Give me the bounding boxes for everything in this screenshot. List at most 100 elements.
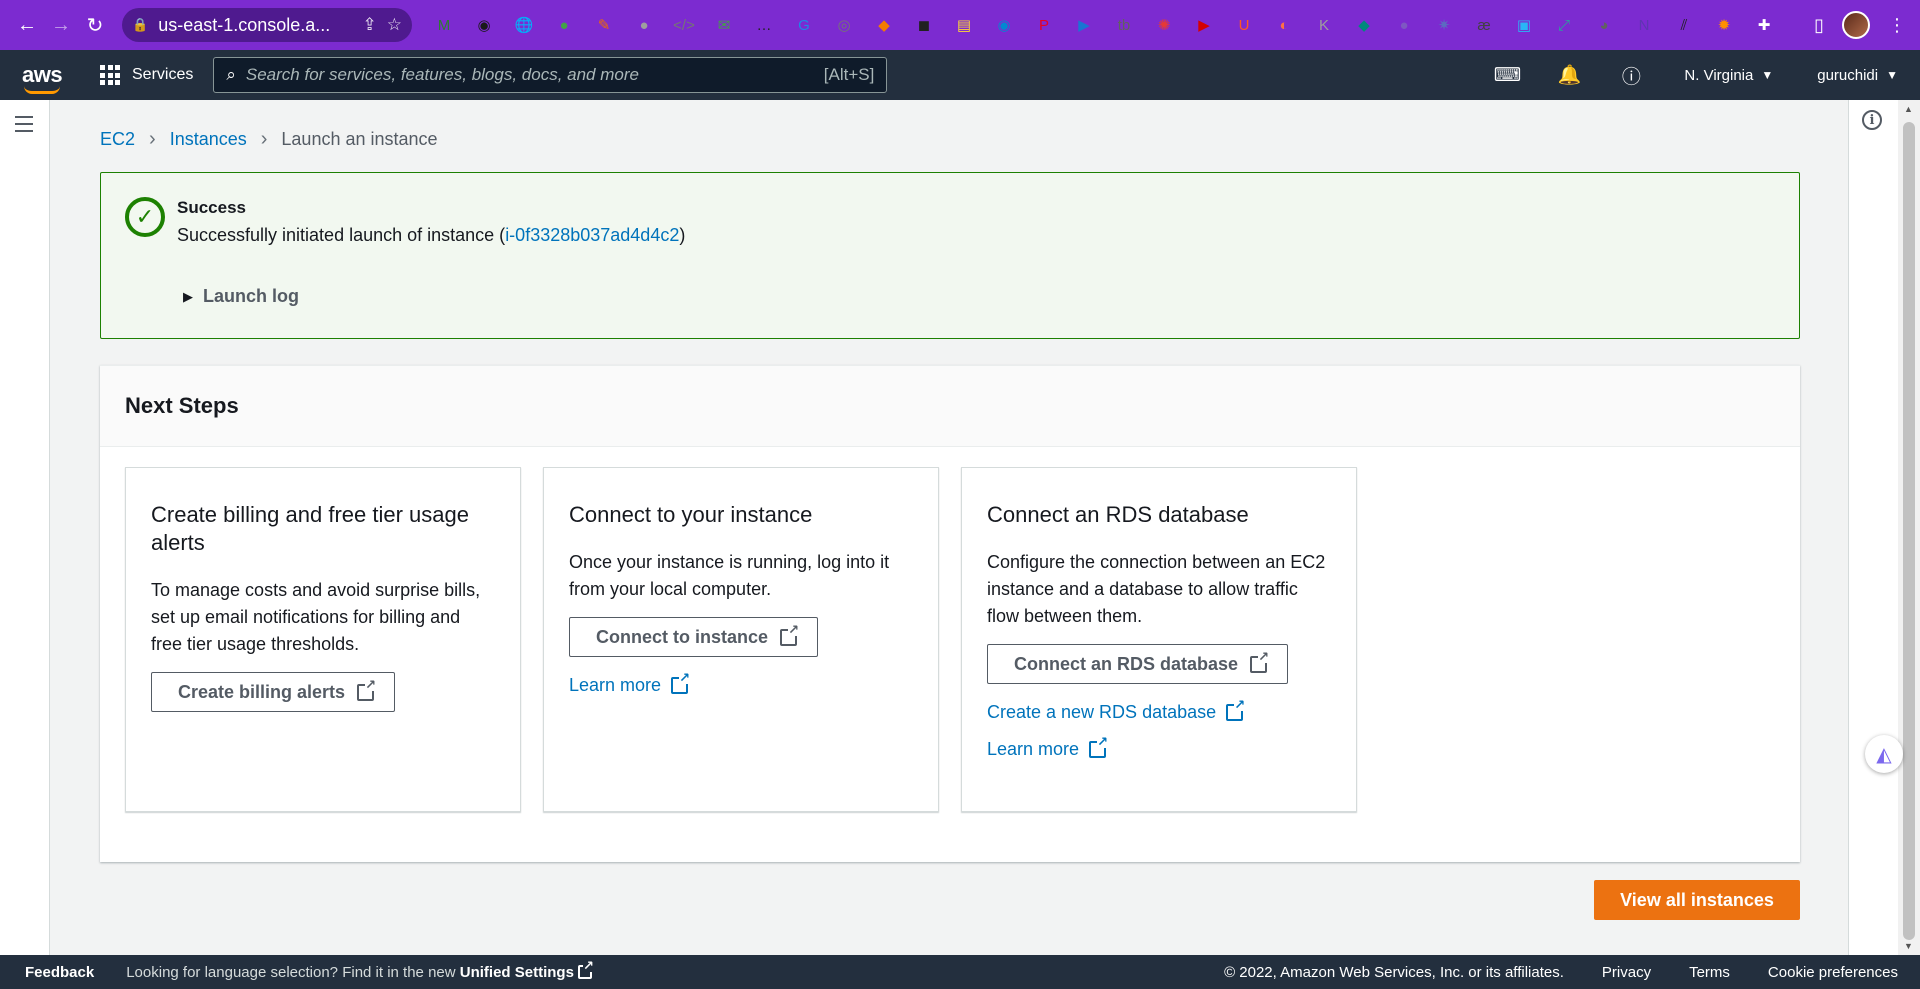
info-icon[interactable]: i — [1862, 110, 1882, 130]
region-label: N. Virginia — [1684, 66, 1754, 84]
connect-to-instance-button[interactable]: Connect to instance — [569, 617, 819, 657]
sidepanel-icon[interactable]: ▯ — [1814, 15, 1824, 36]
services-menu[interactable]: Services — [100, 65, 193, 85]
more-icon[interactable]: … — [750, 11, 778, 39]
caret-right-icon: ▶ — [183, 288, 193, 304]
search-input[interactable]: ⌕ Search for services, features, blogs, … — [213, 57, 888, 93]
flash-title: Success — [177, 198, 246, 217]
x-badge-icon[interactable]: ◕ — [1590, 11, 1618, 39]
translate-icon[interactable]: G — [790, 11, 818, 39]
mail-icon[interactable]: ✉ — [710, 11, 738, 39]
breadcrumb-instances[interactable]: Instances — [170, 129, 247, 150]
search-icon: ⌕ — [226, 65, 236, 84]
scroll-down-icon[interactable]: ▼ — [1904, 941, 1913, 951]
video-icon[interactable]: ▶ — [1190, 11, 1218, 39]
play-icon[interactable]: ▶ — [1070, 11, 1098, 39]
user-label: guruchidi — [1817, 66, 1879, 84]
brush-icon[interactable]: ✎ — [590, 11, 618, 39]
profile-avatar[interactable] — [1842, 11, 1870, 39]
k-icon[interactable]: K — [1310, 11, 1338, 39]
copyright-text: © 2022, Amazon Web Services, Inc. or its… — [1224, 963, 1564, 981]
address-url: us-east-1.console.a... — [158, 14, 331, 35]
globe-icon[interactable]: 🌐 — [510, 11, 538, 39]
mask-icon[interactable]: ◼ — [910, 11, 938, 39]
billing-alerts-card: Create billing and free tier usage alert… — [125, 467, 521, 812]
flash-message-suffix: ) — [679, 225, 686, 245]
search-shortcut: [Alt+S] — [823, 65, 875, 84]
hamburger-menu-icon[interactable] — [15, 116, 33, 132]
region-selector[interactable]: N. Virginia ▼ — [1662, 67, 1795, 84]
puzzle-icon[interactable]: ✚ — [1750, 11, 1778, 39]
button-label: Create billing alerts — [178, 681, 346, 702]
film-icon[interactable]: ✹ — [1710, 11, 1738, 39]
flash-message: Successfully initiated launch of instanc… — [177, 225, 685, 246]
help-icon[interactable]: ⓘ — [1600, 62, 1662, 89]
forward-arrow-icon[interactable]: → — [44, 8, 78, 42]
browser-menu-icon[interactable]: ⋮ — [1888, 15, 1906, 36]
ae-icon[interactable]: æ — [1470, 11, 1498, 39]
scrollbar-thumb[interactable] — [1903, 122, 1915, 940]
external-link-icon — [577, 958, 594, 979]
browser-toolbar: ← → ↻ 🔒 us-east-1.console.a... ⇪ ☆ M ◉ 🌐 ● ✎… — [0, 0, 1920, 50]
cookie-preferences-link[interactable]: Cookie preferences — [1768, 964, 1898, 981]
camera-icon[interactable]: ◎ — [830, 11, 858, 39]
new-badge-icon[interactable]: ◉ — [470, 11, 498, 39]
user-menu[interactable]: guruchidi ▼ — [1795, 67, 1920, 84]
expand-icon[interactable]: ⤢ — [1550, 11, 1578, 39]
terms-link[interactable]: Terms — [1689, 964, 1730, 981]
unified-settings-link[interactable]: Unified Settings — [460, 964, 574, 981]
m-icon[interactable]: M — [430, 11, 458, 39]
learn-more-link[interactable]: Learn more — [987, 735, 1109, 760]
dots-icon[interactable]: ● — [550, 11, 578, 39]
view-all-instances-button[interactable]: View all instances — [1594, 880, 1800, 920]
page-scrollbar[interactable]: ▲ ▼ — [1898, 100, 1920, 955]
tb-icon[interactable]: tb — [1110, 11, 1138, 39]
diamond-icon[interactable]: ◆ — [1350, 11, 1378, 39]
back-arrow-icon[interactable]: ← — [10, 8, 44, 42]
privacy-link[interactable]: Privacy — [1602, 964, 1651, 981]
create-rds-database-link[interactable]: Create a new RDS database — [987, 698, 1246, 723]
bookmark-star-icon[interactable]: ☆ — [387, 15, 402, 35]
spark-icon[interactable]: ✷ — [1430, 11, 1458, 39]
image-icon[interactable]: ▣ — [1510, 11, 1538, 39]
scroll-up-icon[interactable]: ▲ — [1904, 104, 1913, 114]
button-label: Connect to instance — [596, 626, 769, 647]
clickup-icon[interactable]: ◭ — [1865, 735, 1903, 773]
address-bar[interactable]: 🔒 us-east-1.console.a... ⇪ ☆ — [122, 8, 412, 42]
services-label: Services — [132, 66, 194, 83]
code-icon[interactable]: </> — [670, 11, 698, 39]
n-icon[interactable]: N — [1630, 11, 1658, 39]
aws-logo-text: aws — [22, 62, 63, 87]
fox-icon[interactable]: ◆ — [870, 11, 898, 39]
aws-logo[interactable]: aws — [22, 62, 66, 94]
cloudshell-icon[interactable]: ⌨ — [1476, 64, 1538, 87]
note-icon[interactable]: ▤ — [950, 11, 978, 39]
firefox-icon[interactable]: ◐ — [1270, 11, 1298, 39]
success-check-icon: ✓ — [125, 197, 165, 237]
card-description: To manage costs and avoid surprise bills… — [151, 580, 481, 654]
eye-icon[interactable]: ◉ — [990, 11, 1018, 39]
u-icon[interactable]: U — [1230, 11, 1258, 39]
bell-icon[interactable]: 🔔 — [1538, 63, 1600, 87]
browser-right-controls: ▯ ⋮ — [1814, 11, 1920, 39]
external-link-icon — [780, 622, 800, 646]
pinterest-icon[interactable]: P — [1030, 11, 1058, 39]
reload-icon[interactable]: ↻ — [78, 8, 112, 42]
feedback-link[interactable]: Feedback — [25, 964, 94, 981]
connect-rds-database-button[interactable]: Connect an RDS database — [987, 644, 1289, 684]
aws-top-nav: aws Services ⌕ Search for services, feat… — [0, 50, 1920, 100]
chat-icon[interactable]: ● — [1390, 11, 1418, 39]
button-label: Connect an RDS database — [1014, 653, 1239, 674]
success-flashbar: ✓ Success Successfully initiated launch … — [100, 172, 1800, 339]
color-icon[interactable]: ✺ — [1150, 11, 1178, 39]
launch-log-toggle[interactable]: ▶ Launch log — [183, 286, 299, 307]
lock-icon: 🔒 — [132, 17, 149, 32]
breadcrumb-ec2[interactable]: EC2 — [100, 129, 135, 150]
circle-icon[interactable]: ● — [630, 11, 658, 39]
create-billing-alerts-button[interactable]: Create billing alerts — [151, 672, 396, 712]
language-notice: Looking for language selection? Find it … — [126, 958, 594, 981]
share-icon[interactable]: ⇪ — [363, 15, 377, 35]
learn-more-link[interactable]: Learn more — [569, 671, 691, 696]
instance-id-link[interactable]: i-0f3328b037ad4d4c2 — [505, 225, 679, 245]
dash-icon[interactable]: ⫽ — [1670, 11, 1698, 39]
